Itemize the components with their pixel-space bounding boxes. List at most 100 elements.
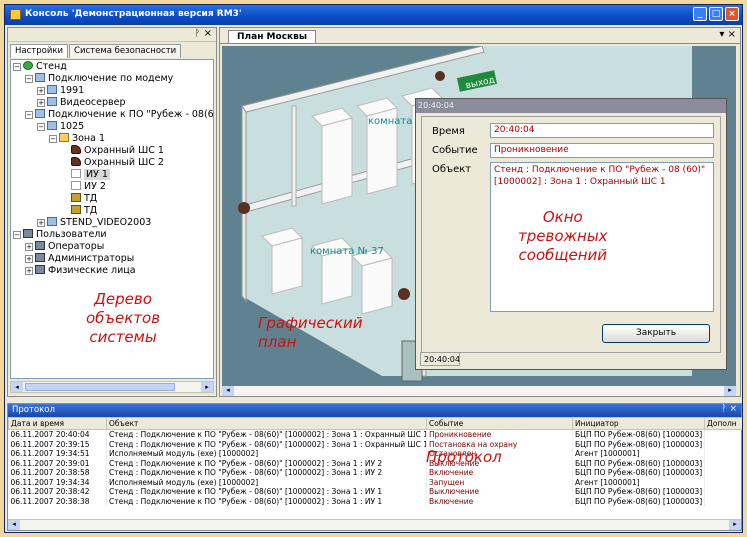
tree-expander[interactable]: −: [13, 63, 21, 71]
panel-controls[interactable]: ▾ ×: [719, 29, 736, 40]
tree-expander[interactable]: +: [37, 219, 45, 227]
device-icon: [47, 85, 57, 94]
tree-item-sensor-1[interactable]: Охранный ШС 1: [71, 145, 164, 157]
table-cell: Выключение: [426, 487, 573, 497]
tree-item-iu-2[interactable]: ИУ 2: [71, 181, 106, 193]
tree-item-users[interactable]: Пользователи: [23, 229, 107, 241]
table-row[interactable]: 06.11.2007 20:38:42 Стенд : Подключение к…: [8, 487, 742, 497]
tree-item-modem[interactable]: Подключение по модему: [35, 73, 173, 85]
tree-item-zone-1[interactable]: Зона 1: [59, 133, 105, 145]
scroll-left-icon[interactable]: ◂: [11, 382, 23, 392]
room-37-label: комната № 37: [310, 246, 384, 257]
table-cell: Стенд : Подключение к ПО "Рубеж - 08(60)…: [106, 429, 427, 440]
server-icon: [47, 217, 57, 226]
table-row[interactable]: 06.11.2007 19:34:51 Исполняемый модуль (e…: [8, 449, 742, 459]
pin-icon[interactable]: ᚹ: [195, 29, 200, 39]
protocol-controls[interactable]: ᚹ ×: [721, 404, 737, 414]
tree-expander[interactable]: +: [37, 87, 45, 95]
maximize-button[interactable]: □: [709, 7, 723, 21]
tree-expander[interactable]: −: [25, 75, 33, 83]
scroll-left-icon[interactable]: ◂: [8, 520, 20, 530]
sensor-marker[interactable]: [398, 288, 410, 300]
table-cell: Стенд : Подключение к ПО "Рубеж - 08(60)…: [106, 468, 427, 478]
tree-expander[interactable]: −: [49, 135, 57, 143]
tab-moscow-plan[interactable]: План Москвы: [228, 30, 316, 43]
scrollbar-thumb[interactable]: [25, 383, 175, 391]
tab-settings[interactable]: Настройки: [10, 44, 69, 58]
column-header-initiator[interactable]: Инициатор: [572, 417, 705, 430]
tree-expander[interactable]: −: [25, 111, 33, 119]
table-row[interactable]: 06.11.2007 20:38:38 Стенд : Подключение к…: [8, 496, 742, 506]
operator-icon: [35, 241, 45, 250]
tree-expander[interactable]: −: [37, 123, 45, 131]
protocol-title-bar: Протокол ᚹ ×: [8, 404, 741, 417]
column-header-extra[interactable]: Дополн: [704, 417, 742, 430]
table-cell: 06.11.2007 19:34:34: [8, 477, 107, 487]
table-cell: [704, 496, 742, 506]
plan-horizontal-scrollbar[interactable]: ◂ ▸: [222, 386, 736, 396]
close-alarm-button[interactable]: Закрыть: [602, 324, 710, 343]
table-row[interactable]: 06.11.2007 20:39:15 Стенд : Подключение к…: [8, 439, 742, 449]
column-header-object[interactable]: Объект: [106, 417, 427, 430]
tree-item-sensor-2[interactable]: Охранный ШС 2: [71, 157, 164, 169]
table-row[interactable]: 06.11.2007 20:38:58 Стенд : Подключение к…: [8, 468, 742, 478]
column-header-event[interactable]: Событие: [426, 417, 573, 430]
event-label: Событие: [432, 145, 478, 156]
sensor-icon: [71, 145, 81, 154]
tree-expander[interactable]: +: [25, 243, 33, 251]
tree-item-persons[interactable]: Физические лица: [35, 265, 136, 277]
protocol-title: Протокол: [12, 405, 55, 415]
column-header-datetime[interactable]: Дата и время: [8, 417, 107, 430]
table-cell: Агент [1000001]: [572, 449, 705, 459]
tree-item-td-2[interactable]: ТД: [71, 205, 97, 217]
table-cell: БЦП ПО Рубеж-08(60) [1000003]: [572, 487, 705, 497]
sensor-marker[interactable]: [238, 202, 250, 214]
time-field[interactable]: 20:40:04: [490, 123, 714, 138]
table-cell: БЦП ПО Рубеж-08(60) [1000003]: [572, 439, 705, 449]
scroll-right-icon[interactable]: ▸: [201, 382, 213, 392]
sensor-marker[interactable]: [435, 71, 445, 81]
tree-expander[interactable]: +: [37, 99, 45, 107]
table-cell: [704, 429, 742, 440]
server-icon: [47, 97, 57, 106]
tree-item-stend-video[interactable]: STEND_VIDEO2003: [47, 217, 151, 229]
table-cell: БЦП ПО Рубеж-08(60) [1000003]: [572, 468, 705, 478]
close-panel-icon[interactable]: ×: [204, 28, 212, 39]
table-cell: 06.11.2007 20:38:38: [8, 496, 107, 506]
tree-item-td-1[interactable]: ТД: [71, 193, 97, 205]
tree-item-videoserver[interactable]: Видеосервер: [47, 97, 126, 109]
scroll-left-icon[interactable]: ◂: [222, 386, 234, 396]
table-cell: 06.11.2007 19:34:51: [8, 449, 107, 459]
tree-item-operators[interactable]: Операторы: [35, 241, 104, 253]
scroll-right-icon[interactable]: ▸: [729, 520, 741, 530]
table-row[interactable]: 06.11.2007 20:39:01 Стенд : Подключение к…: [8, 458, 742, 468]
scroll-right-icon[interactable]: ▸: [724, 386, 736, 396]
table-cell: Стенд : Подключение к ПО "Рубеж - 08(60)…: [106, 439, 427, 449]
minimize-button[interactable]: _: [693, 7, 707, 21]
app-icon: [10, 9, 21, 20]
tree-expander[interactable]: −: [13, 231, 21, 239]
table-row[interactable]: 06.11.2007 20:40:04 Стенд : Подключение к…: [8, 429, 742, 440]
table-cell: Включение: [426, 468, 573, 478]
tree-item-1991[interactable]: 1991: [47, 85, 84, 97]
tree-item-iu-1[interactable]: ИУ 1: [71, 169, 110, 181]
tree-horizontal-scrollbar[interactable]: ◂ ▸: [10, 381, 214, 393]
protocol-horizontal-scrollbar[interactable]: ◂ ▸: [8, 519, 741, 530]
event-field[interactable]: Проникновение: [490, 143, 714, 158]
close-window-button[interactable]: ×: [725, 7, 739, 21]
window-title: Консоль 'Демонстрационная версия RM3': [25, 9, 242, 19]
door-lock-icon: [71, 193, 81, 202]
table-cell: Стенд : Подключение к ПО "Рубеж - 08(60)…: [106, 496, 427, 506]
protocol-panel: Протокол ᚹ × Дата и время Объект Событие…: [7, 403, 742, 531]
tree-expander[interactable]: +: [25, 255, 33, 263]
table-cell: 06.11.2007 20:39:15: [8, 439, 107, 449]
table-row[interactable]: 06.11.2007 19:34:34 Исполняемый модуль (e…: [8, 477, 742, 487]
tree-item-admins[interactable]: Администраторы: [35, 253, 134, 265]
table-cell: [704, 449, 742, 459]
tree-item-rubezh[interactable]: Подключение к ПО "Рубеж - 08(6: [35, 109, 213, 121]
tree-expander[interactable]: +: [25, 267, 33, 275]
tree-item-1025[interactable]: 1025: [47, 121, 84, 133]
zone-icon: [59, 133, 69, 142]
tree-item-stand[interactable]: Стенд: [23, 61, 67, 73]
tab-security-system[interactable]: Система безопасности: [69, 44, 182, 58]
